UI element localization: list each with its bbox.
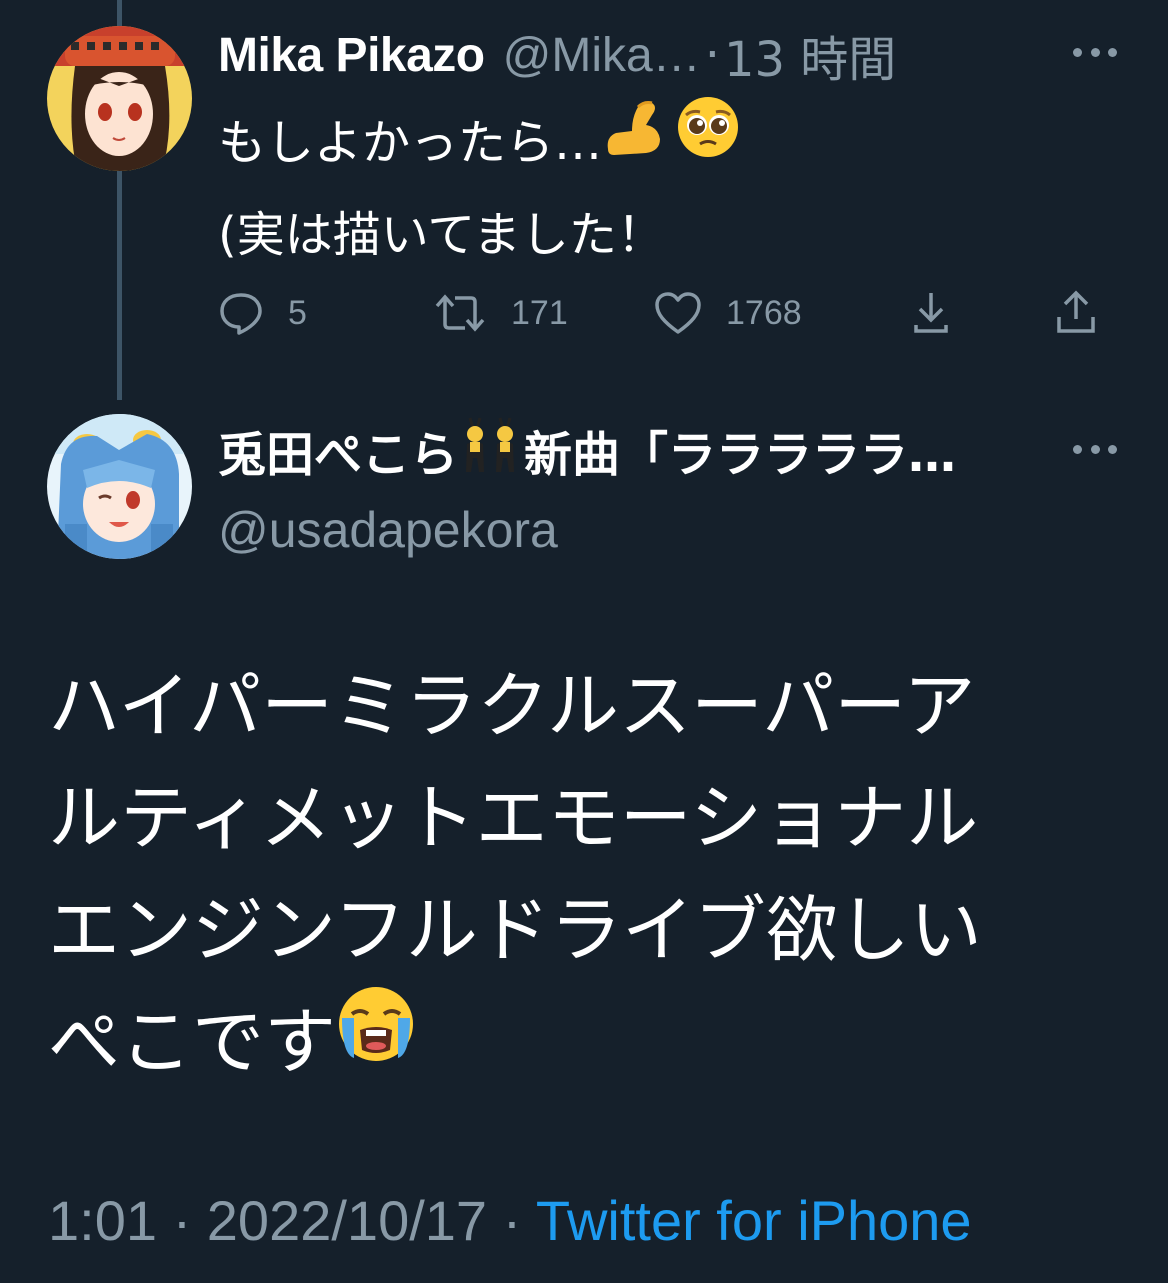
reply-tweet-header: Mika Pikazo @Mika… · 13 時間 — [218, 20, 896, 90]
like-count: 1768 — [726, 293, 802, 332]
reply-action-bar: 5 171 1768 — [218, 285, 1108, 341]
reply-count: 5 — [288, 293, 307, 332]
reply-button[interactable]: 5 — [218, 285, 307, 341]
main-display-name-part1: 兎田ぺこら — [218, 427, 459, 483]
main-display-name-row[interactable]: 兎田ぺこら 新曲「ラララララ… — [218, 415, 956, 485]
tweet-source-link[interactable]: Twitter for iPhone — [536, 1189, 972, 1252]
avatar[interactable] — [47, 26, 192, 171]
main-text-line: ハイパーミラクルスーパーア — [48, 664, 976, 748]
reply-display-name[interactable]: Mika Pikazo — [218, 28, 485, 83]
flexed-biceps-icon — [602, 97, 666, 184]
main-display-name-part2: 新曲「ラララララ… — [524, 427, 957, 483]
more-options-icon[interactable] — [1073, 442, 1117, 456]
share-button[interactable] — [1053, 285, 1099, 341]
pleading-face-icon — [676, 95, 740, 186]
reply-text-line2: (実は描いてました！ — [218, 206, 665, 263]
separator-dot: · — [502, 1189, 522, 1252]
main-tweet-text: ハイパーミラクルスーパーア ルティメットエモーショナル エンジンフルドライブ欲し… — [48, 650, 1128, 1098]
loudly-crying-face-icon — [336, 983, 416, 1095]
main-tweet-header: 兎田ぺこら 新曲「ラララララ… @usadapekora — [218, 415, 956, 565]
tweet-date: 2022/10/17 — [206, 1189, 488, 1252]
heart-icon — [654, 290, 702, 336]
retweet-button[interactable]: 171 — [433, 285, 568, 341]
main-handle[interactable]: @usadapekora — [218, 495, 956, 565]
separator-dot: · — [172, 1189, 192, 1252]
tweet-meta: 1:01 · 2022/10/17 · Twitter for iPhone — [48, 1186, 972, 1256]
avatar[interactable] — [47, 414, 192, 559]
main-text-line: エンジンフルドライブ欲しい — [48, 888, 982, 972]
retweet-count: 171 — [511, 293, 568, 332]
retweet-icon — [433, 290, 487, 336]
reply-handle[interactable]: @Mika… — [503, 28, 701, 83]
reply-tweet-text: もしよかったら… (実は描いてました！ — [218, 96, 740, 278]
like-button[interactable]: 1768 — [654, 285, 802, 341]
tweet-time: 1:01 — [48, 1189, 157, 1252]
share-icon — [1053, 289, 1099, 337]
more-options-icon[interactable] — [1073, 45, 1117, 59]
reply-icon — [218, 290, 264, 336]
download-button[interactable] — [908, 285, 954, 341]
main-text-line: ぺこです — [48, 1000, 337, 1084]
main-text-line-last: ぺこです — [48, 986, 1128, 1098]
download-icon — [908, 289, 954, 337]
reply-text-line1: もしよかったら… — [218, 115, 603, 171]
main-text-line: ルティメットエモーショナル — [48, 776, 979, 860]
bunny-women-icon — [462, 414, 520, 486]
separator-dot: · — [704, 27, 720, 83]
reply-timestamp[interactable]: 13 時間 — [724, 20, 896, 90]
